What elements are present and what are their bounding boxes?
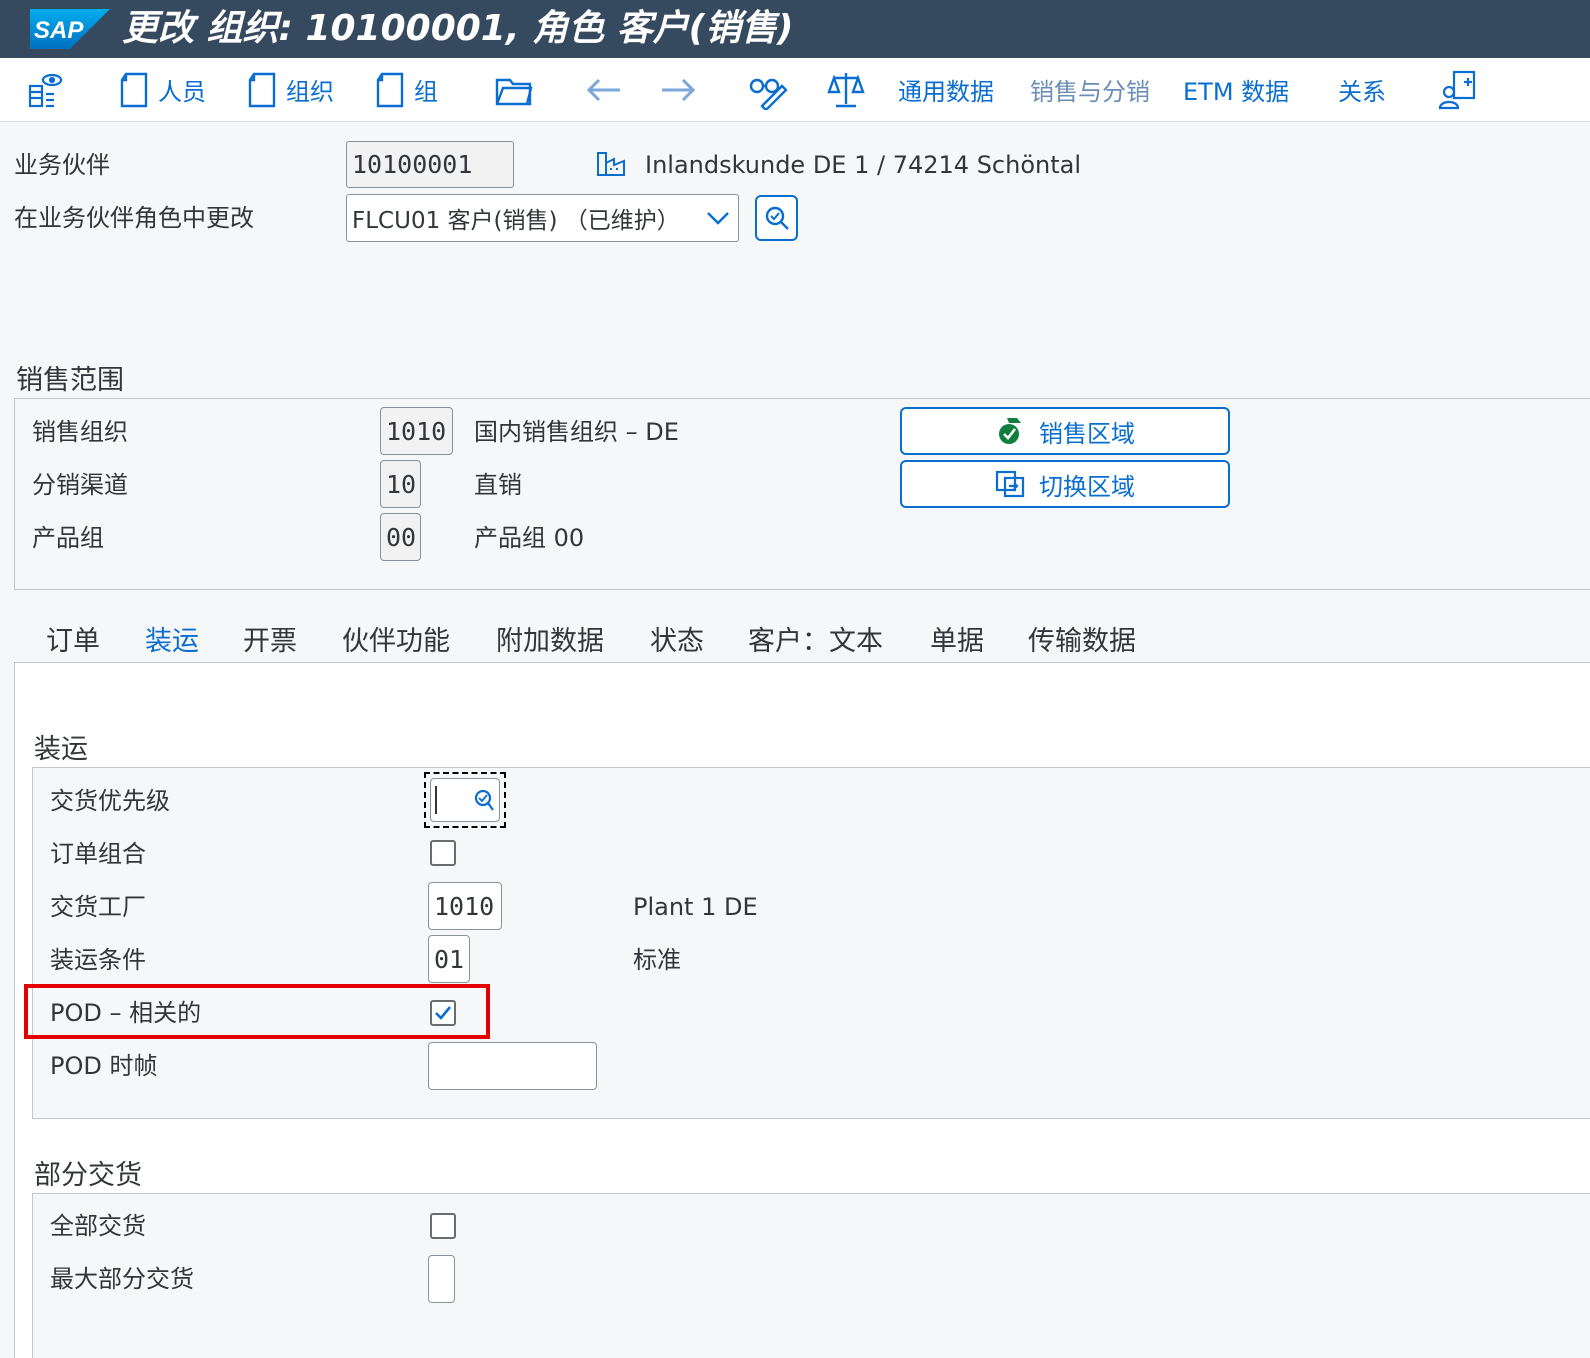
partial-delivery-title: 部分交货	[34, 1160, 142, 1191]
tab-shipping[interactable]: 装运	[145, 622, 199, 665]
delivering-plant-label: 交货工厂	[50, 893, 146, 921]
pod-timeframe-label: POD 时帧	[50, 1052, 158, 1080]
tab-orders[interactable]: 订单	[46, 622, 100, 662]
switch-icon	[995, 470, 1025, 498]
switch-area-button[interactable]: 切换区域	[900, 460, 1230, 508]
bp-description: Inlandskunde DE 1 / 74214 Schöntal	[645, 151, 1082, 179]
role-select-value: FLCU01 客户(销售) （已维护）	[352, 208, 680, 234]
arrow-right-icon	[662, 78, 696, 101]
shipping-panel	[32, 767, 1590, 1119]
sap-logo-text: SAP	[34, 17, 84, 44]
tab-customer-texts[interactable]: 客户：文本	[748, 622, 883, 662]
role-select[interactable]: FLCU01 客户(销售) （已维护）	[346, 194, 739, 242]
relations-label: 关系	[1338, 78, 1386, 106]
general-data-label: 通用数据	[898, 78, 994, 106]
max-partial-delivery-label: 最大部分交货	[50, 1265, 194, 1293]
etm-data-label: ETM 数据	[1183, 78, 1290, 106]
highlight-box	[24, 984, 490, 1039]
partial-delivery-panel	[32, 1193, 1590, 1358]
new-document-icon	[376, 72, 404, 107]
delivery-priority-label: 交货优先级	[50, 787, 170, 815]
tab-transport-data[interactable]: 传输数据	[1028, 622, 1136, 662]
sales-area-panel	[14, 398, 1590, 590]
compare-button[interactable]	[826, 58, 866, 121]
role-label: 在业务伙伴角色中更改	[14, 204, 254, 232]
toolbar: 人员 组织 组 通用数据 销售与分销 ETM 数据 关系	[0, 58, 1590, 122]
forward-button[interactable]	[658, 58, 698, 121]
role-search-button[interactable]	[755, 195, 798, 241]
switch-area-button-label: 切换区域	[1039, 472, 1135, 501]
general-data-button[interactable]: 通用数据	[898, 58, 994, 121]
new-group-label: 组	[414, 78, 438, 106]
new-document-icon	[248, 72, 276, 107]
tab-status[interactable]: 状态	[650, 622, 704, 662]
tab-billing[interactable]: 开票	[243, 622, 297, 662]
sales-distribution-label: 销售与分销	[1030, 78, 1150, 106]
shipping-section-title: 装运	[34, 734, 88, 765]
sales-areas-button-label: 销售区域	[1039, 419, 1135, 448]
max-partial-delivery-field[interactable]	[428, 1255, 455, 1303]
tab-additional-data[interactable]: 附加数据	[496, 622, 604, 662]
open-folder-icon	[495, 78, 533, 105]
sales-org-field[interactable]: 1010	[380, 407, 453, 455]
sales-area-check-icon	[999, 418, 1021, 444]
shipping-conditions-desc: 标准	[633, 946, 681, 974]
open-button[interactable]	[494, 58, 534, 121]
sales-distribution-button[interactable]: 销售与分销	[1030, 58, 1150, 121]
organization-icon	[596, 151, 626, 181]
complete-delivery-label: 全部交货	[50, 1212, 146, 1240]
new-group-button[interactable]: 组	[374, 58, 438, 121]
bp-label: 业务伙伴	[14, 151, 110, 179]
division-label: 产品组	[32, 524, 104, 552]
value-help-icon	[474, 789, 494, 811]
chevron-down-icon	[707, 212, 729, 225]
sales-org-desc: 国内销售组织 – DE	[474, 418, 679, 446]
dist-channel-desc: 直销	[474, 471, 522, 499]
text-cursor	[435, 786, 437, 814]
display-change-button[interactable]	[26, 58, 66, 121]
dist-channel-label: 分销渠道	[32, 471, 128, 499]
pod-timeframe-field[interactable]	[428, 1042, 597, 1090]
relationship-person-button[interactable]	[1438, 58, 1478, 121]
sales-areas-button[interactable]: 销售区域	[900, 407, 1230, 455]
shipping-conditions-field[interactable]: 01	[428, 935, 470, 983]
back-button[interactable]	[584, 58, 624, 121]
new-person-button[interactable]: 人员	[118, 58, 206, 121]
etm-data-button[interactable]: ETM 数据	[1183, 58, 1289, 121]
tab-partner-functions[interactable]: 伙伴功能	[342, 622, 450, 662]
shipping-conditions-label: 装运条件	[50, 946, 146, 974]
division-desc: 产品组 00	[474, 524, 585, 552]
new-person-label: 人员	[158, 78, 206, 106]
order-combination-checkbox[interactable]	[430, 840, 456, 866]
relations-button[interactable]: 关系	[1338, 58, 1386, 121]
delivery-priority-input[interactable]	[430, 778, 500, 822]
sap-logo: SAP	[30, 9, 110, 49]
glasses-pencil-icon	[749, 78, 788, 110]
search-icon	[765, 206, 789, 230]
new-organization-button[interactable]: 组织	[246, 58, 334, 121]
order-combination-label: 订单组合	[50, 840, 146, 868]
new-document-icon	[120, 72, 148, 107]
dist-channel-field[interactable]: 10	[380, 460, 421, 508]
delivering-plant-field[interactable]: 1010	[428, 882, 502, 930]
tab-documents[interactable]: 单据	[930, 622, 984, 662]
page-title: 更改 组织: 10100001, 角色 客户(销售)	[122, 8, 794, 49]
arrow-left-icon	[586, 78, 620, 101]
display-change-icon	[28, 73, 63, 107]
person-document-icon	[1438, 70, 1476, 109]
bp-number-field[interactable]: 10100001	[346, 141, 514, 188]
complete-delivery-checkbox[interactable]	[430, 1213, 456, 1239]
sales-area-title: 销售范围	[16, 365, 124, 396]
where-used-button[interactable]	[748, 58, 788, 121]
delivering-plant-desc: Plant 1 DE	[633, 893, 758, 921]
division-field[interactable]: 00	[380, 513, 421, 561]
new-organization-label: 组织	[286, 78, 334, 106]
sales-org-label: 销售组织	[32, 418, 128, 446]
scale-icon	[827, 72, 865, 107]
